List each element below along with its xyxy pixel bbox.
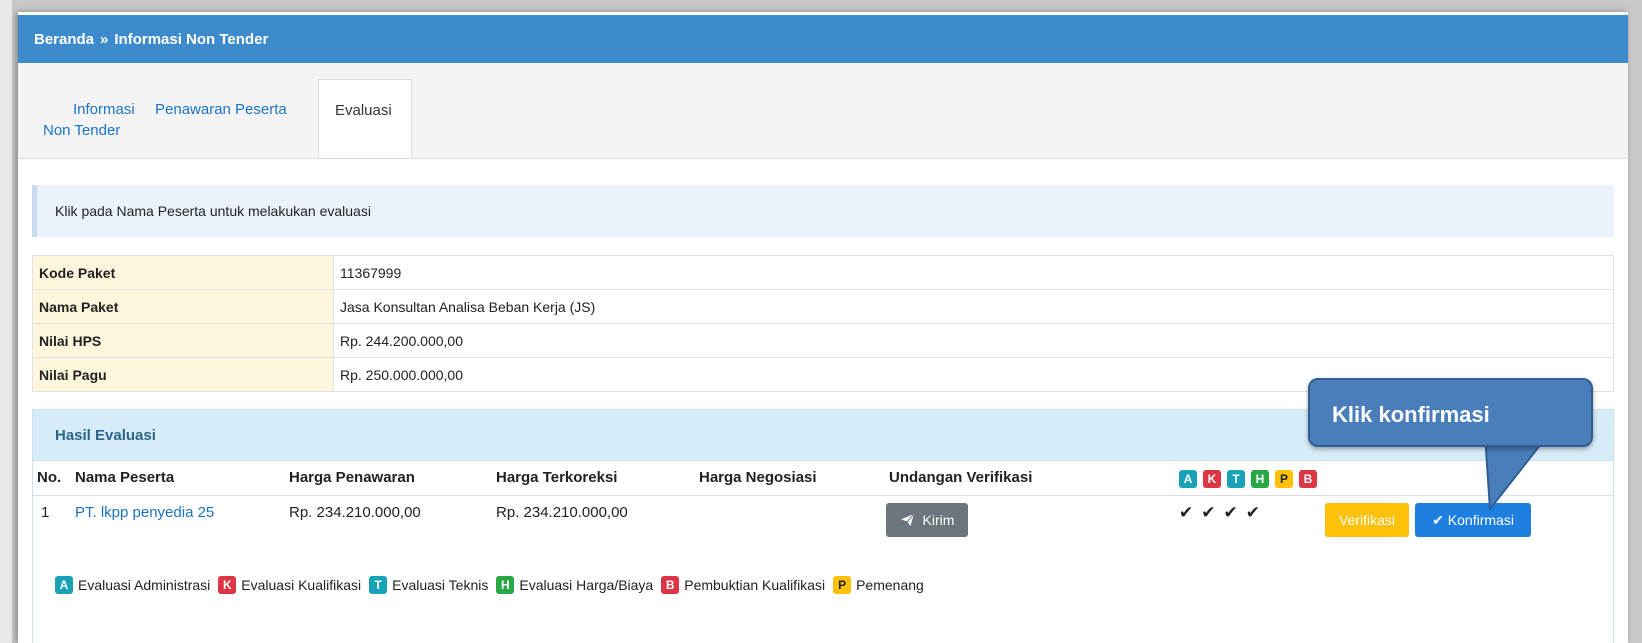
- package-info-table: Kode Paket 11367999 Nama Paket Jasa Kons…: [32, 255, 1614, 392]
- info-value: Rp. 244.200.000,00: [333, 323, 1614, 358]
- legend-badge: A: [55, 576, 73, 594]
- legend-item: B Pembuktian Kualifikasi: [661, 576, 825, 594]
- tab-penawaran-peserta[interactable]: Penawaran Peserta: [155, 99, 287, 120]
- legend-label: Pemenang: [856, 577, 924, 593]
- info-value: 11367999: [333, 255, 1614, 290]
- legend-item: P Pemenang: [833, 576, 924, 594]
- legend-item: H Evaluasi Harga/Biaya: [496, 576, 653, 594]
- legend-badge: H: [496, 576, 515, 594]
- info-label: Nilai Pagu: [32, 357, 334, 392]
- legend-label: Evaluasi Administrasi: [78, 577, 211, 593]
- header-corrected: Harga Terkoreksi: [496, 469, 618, 486]
- legend-item: A Evaluasi Administrasi: [55, 576, 210, 594]
- header-no: No.: [37, 469, 62, 486]
- badge-a: A: [1179, 470, 1197, 488]
- info-label: Kode Paket: [32, 255, 334, 290]
- table-row: Nilai HPS Rp. 244.200.000,00: [32, 323, 1614, 358]
- legend-item: K Evaluasi Kualifikasi: [218, 576, 361, 594]
- badge-p: P: [1275, 470, 1293, 488]
- breadcrumb-home[interactable]: Beranda: [34, 31, 94, 48]
- header-invitation: Undangan Verifikasi: [889, 469, 1033, 486]
- send-button-label: Kirim: [922, 512, 955, 528]
- row-corrected-price: Rp. 234.210.000,00: [496, 504, 628, 521]
- table-row: Kode Paket 11367999: [32, 255, 1614, 290]
- breadcrumb: Beranda » Informasi Non Tender: [18, 15, 1628, 63]
- header-divider: [33, 495, 1613, 496]
- badge-legend: A Evaluasi Administrasi K Evaluasi Kuali…: [55, 576, 932, 594]
- evaluation-check-icons: ✔✔✔✔: [1179, 503, 1268, 522]
- badge-k: K: [1203, 470, 1221, 488]
- legend-label: Evaluasi Teknis: [392, 577, 489, 593]
- badge-t: T: [1227, 470, 1245, 488]
- legend-badge: T: [369, 576, 388, 594]
- row-no: 1: [41, 504, 50, 521]
- info-alert: Klik pada Nama Peserta untuk melakukan e…: [32, 185, 1614, 237]
- header-offer: Harga Penawaran: [289, 469, 415, 486]
- send-invitation-button[interactable]: Kirim: [886, 503, 968, 537]
- breadcrumb-separator: »: [100, 30, 109, 48]
- info-label: Nama Paket: [32, 289, 334, 324]
- send-icon: [900, 513, 915, 527]
- participant-name-link[interactable]: PT. lkpp penyedia 25: [75, 498, 214, 528]
- badge-b: B: [1299, 470, 1317, 488]
- legend-item: T Evaluasi Teknis: [369, 576, 488, 594]
- breadcrumb-current: Informasi Non Tender: [114, 30, 269, 48]
- legend-label: Evaluasi Kualifikasi: [241, 577, 362, 593]
- legend-badge: P: [833, 576, 852, 594]
- badge-h: H: [1251, 470, 1269, 488]
- check-icon: ✔: [1432, 511, 1444, 528]
- legend-badge: B: [661, 576, 680, 594]
- verify-button[interactable]: Verifikasi: [1325, 503, 1409, 537]
- tab-bar: Informasi Non Tender Penawaran Peserta E…: [18, 63, 1628, 159]
- info-label: Nilai HPS: [32, 323, 334, 358]
- tab-evaluasi[interactable]: Evaluasi: [318, 79, 412, 158]
- evaluation-badges: A K T H P B: [1179, 470, 1317, 488]
- row-offer-price: Rp. 234.210.000,00: [289, 504, 421, 521]
- header-name: Nama Peserta: [75, 469, 175, 486]
- callout-klik-konfirmasi: Klik konfirmasi: [1308, 378, 1593, 447]
- legend-label: Pembuktian Kualifikasi: [684, 577, 826, 593]
- info-value: Jasa Konsultan Analisa Beban Kerja (JS): [333, 289, 1614, 324]
- tab-label-line2: Non Tender: [43, 122, 121, 139]
- legend-badge: K: [218, 576, 237, 594]
- tab-label-line1: Informasi: [73, 101, 135, 118]
- page: Beranda » Informasi Non Tender Informasi…: [18, 12, 1628, 643]
- table-row: Nama Paket Jasa Konsultan Analisa Beban …: [32, 289, 1614, 324]
- legend-label: Evaluasi Harga/Biaya: [519, 577, 654, 593]
- confirm-button-label: Konfirmasi: [1447, 512, 1514, 528]
- header-negotiated: Harga Negosiasi: [699, 469, 817, 486]
- tab-informasi-non-tender[interactable]: Informasi Non Tender: [43, 99, 135, 141]
